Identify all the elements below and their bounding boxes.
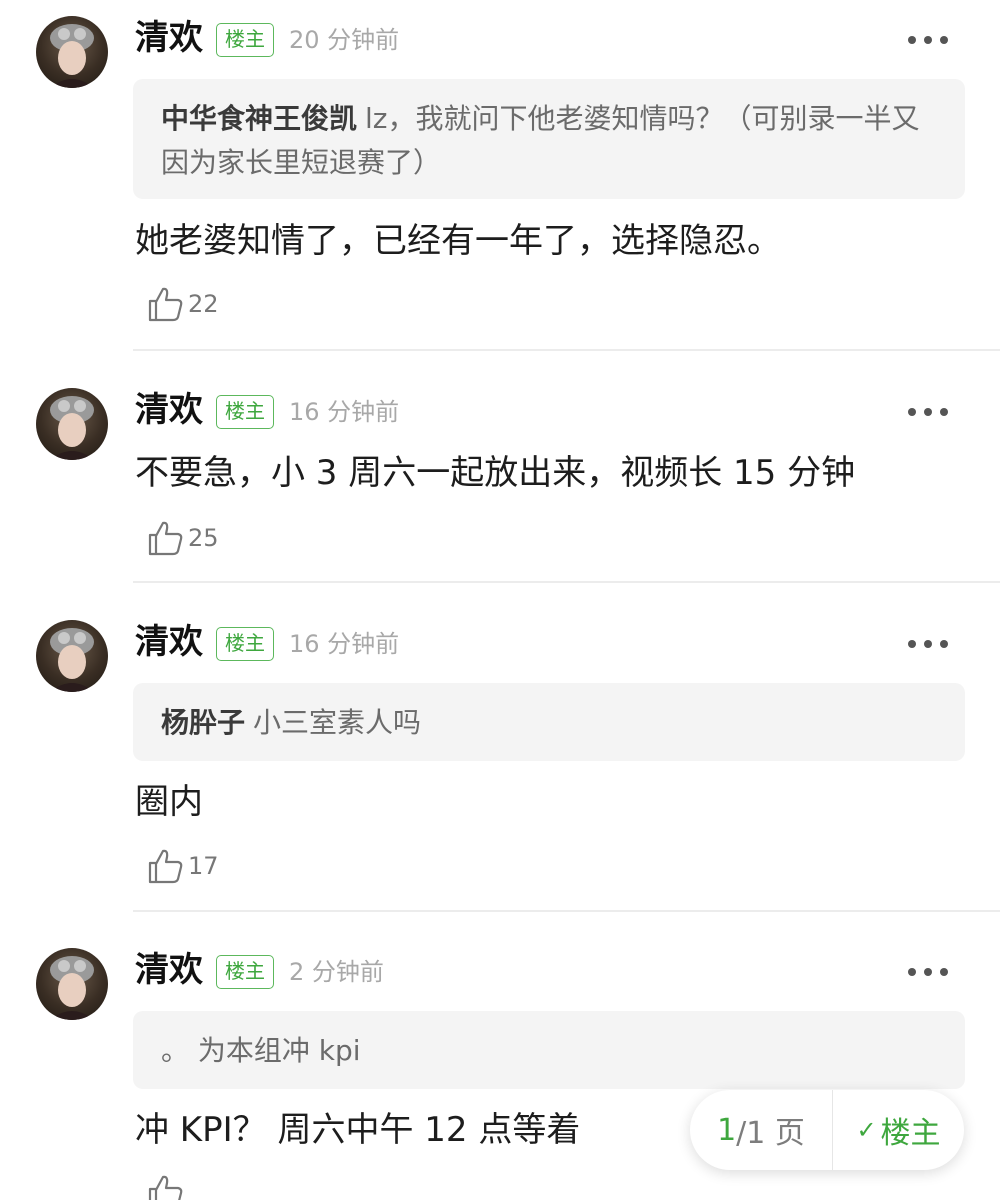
check-icon: ✓: [856, 1116, 877, 1144]
more-dots-icon[interactable]: [908, 30, 948, 50]
like-button[interactable]: 22: [146, 284, 219, 324]
quoted-reply[interactable]: 杨肸子 小三室素人吗: [133, 683, 965, 761]
comment-text: 圈内: [135, 782, 203, 822]
timestamp: 16 分钟前: [289, 630, 400, 658]
username[interactable]: 清欢: [135, 950, 203, 990]
quoted-reply[interactable]: 中华食神王俊凯 lz，我就问下他老婆知情吗？（可别录一半又因为家长里短退赛了）: [133, 79, 965, 199]
more-dots-icon[interactable]: [908, 402, 948, 422]
quote-text: 小三室素人吗: [253, 706, 422, 739]
timestamp: 2 分钟前: [289, 958, 384, 986]
like-count: 25: [188, 524, 219, 552]
floating-pager: 1/1 页 ✓ 楼主: [690, 1090, 964, 1170]
thumbs-up-icon: [148, 287, 183, 322]
username[interactable]: 清欢: [135, 18, 203, 58]
op-badge: 楼主: [216, 395, 274, 429]
thumbs-up-icon: [148, 849, 183, 884]
username[interactable]: 清欢: [135, 390, 203, 430]
avatar-image: [50, 396, 94, 460]
op-badge: 楼主: [216, 627, 274, 661]
avatar[interactable]: [36, 16, 108, 88]
like-button[interactable]: 17: [146, 846, 219, 886]
timestamp: 20 分钟前: [289, 26, 400, 54]
op-only-filter-label: 楼主: [880, 1116, 941, 1151]
timestamp: 16 分钟前: [289, 398, 400, 426]
like-button[interactable]: 25: [146, 518, 219, 558]
page-total: /1 页: [736, 1116, 805, 1151]
comment-text: 不要急，小 3 周六一起放出来，视频长 15 分钟: [135, 453, 856, 493]
avatar-image: [50, 628, 94, 692]
op-badge: 楼主: [216, 23, 274, 57]
like-count: 22: [188, 290, 219, 318]
quote-author: 中华食神王俊凯: [161, 102, 358, 135]
divider: [133, 910, 1000, 912]
more-dots-icon[interactable]: [908, 634, 948, 654]
quoted-reply[interactable]: 。 为本组冲 kpi: [133, 1011, 965, 1089]
comment-thread: 清欢 楼主 20 分钟前 中华食神王俊凯 lz，我就问下他老婆知情吗？（可别录一半…: [0, 0, 1000, 1200]
username[interactable]: 清欢: [135, 622, 203, 662]
quote-text: 。 为本组冲 kpi: [161, 1034, 361, 1067]
page-indicator[interactable]: 1/1 页: [690, 1090, 833, 1170]
like-count: 17: [188, 852, 219, 880]
divider: [133, 581, 1000, 583]
current-page: 1: [717, 1112, 737, 1148]
like-button[interactable]: [146, 1172, 184, 1200]
comment-text: 她老婆知情了，已经有一年了，选择隐忍。: [135, 221, 781, 261]
thumbs-up-icon: [148, 1175, 183, 1200]
avatar-image: [50, 24, 94, 88]
avatar[interactable]: [36, 388, 108, 460]
divider: [133, 349, 1000, 351]
more-dots-icon[interactable]: [908, 962, 948, 982]
thumbs-up-icon: [148, 521, 183, 556]
avatar[interactable]: [36, 948, 108, 1020]
avatar-image: [50, 956, 94, 1020]
quote-author: 杨肸子: [161, 706, 246, 739]
avatar[interactable]: [36, 620, 108, 692]
op-badge: 楼主: [216, 955, 274, 989]
op-only-filter-button[interactable]: ✓ 楼主: [833, 1090, 964, 1170]
